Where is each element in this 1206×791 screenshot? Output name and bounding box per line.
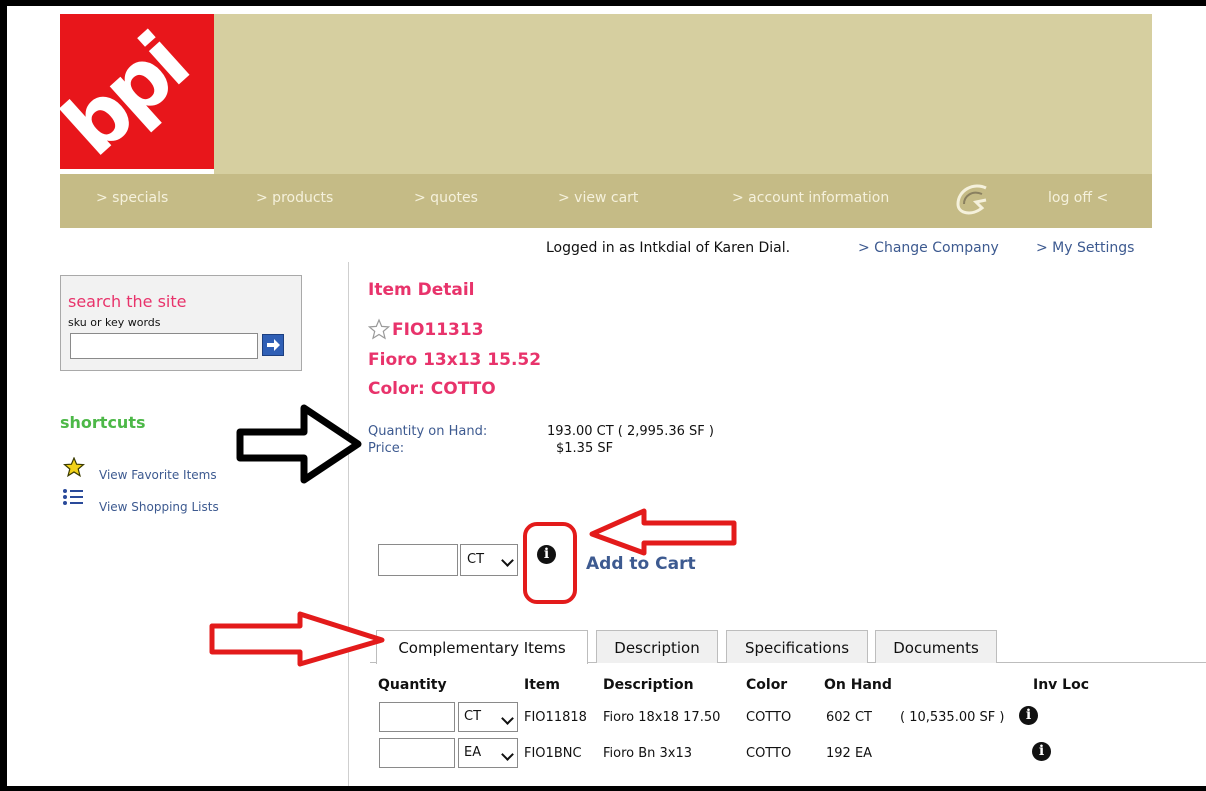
favorite-star-icon[interactable] <box>368 318 390 340</box>
price-value: $1.35 SF <box>556 441 614 456</box>
page-title: Item Detail <box>368 280 475 300</box>
nav-quotes[interactable]: > quotes <box>414 190 478 206</box>
quantity-on-hand-value: 193.00 CT ( 2,995.36 SF ) <box>547 424 714 439</box>
logo-text: bpi <box>60 18 204 169</box>
g-swirl-logo-icon <box>956 184 987 215</box>
nav-products[interactable]: > products <box>256 190 333 206</box>
item-name: Fioro 13x13 15.52 <box>368 350 542 370</box>
tab-complementary-items[interactable]: Complementary Items <box>376 630 588 664</box>
row-unit-select[interactable]: CT <box>458 702 518 732</box>
chevron-down-icon <box>501 554 514 567</box>
column-header-inv-loc: Inv Loc <box>1033 677 1090 693</box>
tab-description[interactable]: Description <box>596 630 718 663</box>
nav-account-information[interactable]: > account information <box>732 190 889 206</box>
arrow-right-icon <box>267 339 280 351</box>
red-arrow-annotation <box>209 611 385 667</box>
row-unit-value: EA <box>464 745 482 760</box>
nav-view-cart[interactable]: > view cart <box>558 190 638 206</box>
column-header-color: Color <box>746 677 788 693</box>
view-shopping-lists-link[interactable]: View Shopping Lists <box>99 500 219 514</box>
search-input[interactable] <box>70 333 258 359</box>
bpi-logo[interactable]: bpi <box>60 14 214 169</box>
row-unit-select[interactable]: EA <box>458 738 518 768</box>
search-title: search the site <box>68 292 187 311</box>
price-label: Price: <box>368 441 405 456</box>
tab-documents[interactable]: Documents <box>875 630 997 663</box>
item-sku: FIO11313 <box>392 320 484 340</box>
row-description: Fioro Bn 3x13 <box>603 746 693 761</box>
column-header-item: Item <box>524 677 560 693</box>
unit-select-value: CT <box>467 552 485 567</box>
frame-border-top <box>0 0 1206 6</box>
add-to-cart-button[interactable]: Add to Cart <box>586 554 696 574</box>
nav-specials[interactable]: > specials <box>96 190 168 206</box>
red-arrow-annotation <box>589 508 737 556</box>
column-divider <box>348 262 349 786</box>
item-color: Color: COTTO <box>368 379 496 399</box>
column-header-description: Description <box>603 677 694 693</box>
column-header-on-hand: On Hand <box>824 677 892 693</box>
row-on-hand-sf: ( 10,535.00 SF ) <box>900 710 1005 725</box>
row-unit-value: CT <box>464 709 482 724</box>
list-icon <box>63 489 83 505</box>
row-description: Fioro 18x18 17.50 <box>603 710 721 725</box>
logged-in-status: Logged in as Intkdial of Karen Dial. <box>546 240 791 256</box>
info-icon[interactable]: i <box>537 545 556 564</box>
row-item: FIO11818 <box>524 710 587 725</box>
inv-loc-info-icon[interactable]: i <box>1032 742 1051 761</box>
change-company-link[interactable]: > Change Company <box>858 240 999 256</box>
row-color: COTTO <box>746 710 792 725</box>
chevron-down-icon <box>501 748 514 761</box>
quantity-on-hand-label: Quantity on Hand: <box>368 424 488 439</box>
shortcuts-title: shortcuts <box>60 413 146 432</box>
black-arrow-annotation <box>236 404 362 484</box>
my-settings-link[interactable]: > My Settings <box>1036 240 1134 256</box>
search-subtitle: sku or key words <box>68 316 161 329</box>
star-icon <box>63 457 85 477</box>
tab-specifications[interactable]: Specifications <box>726 630 868 663</box>
unit-select[interactable]: CT <box>460 544 518 576</box>
search-submit-button[interactable] <box>262 334 284 356</box>
row-quantity-input[interactable] <box>379 702 455 732</box>
frame-border-left <box>0 0 7 791</box>
quantity-input[interactable] <box>378 544 458 576</box>
chevron-down-icon <box>501 712 514 725</box>
view-favorite-items-link[interactable]: View Favorite Items <box>99 468 217 482</box>
row-item: FIO1BNC <box>524 746 582 761</box>
row-quantity-input[interactable] <box>379 738 455 768</box>
nav-log-off[interactable]: log off < <box>1048 190 1108 206</box>
frame-border-bottom <box>0 786 1206 791</box>
row-on-hand: 192 EA <box>826 746 873 761</box>
inv-loc-info-icon[interactable]: i <box>1019 706 1038 725</box>
column-header-quantity: Quantity <box>378 677 447 693</box>
row-on-hand: 602 CT <box>826 710 872 725</box>
header-banner <box>214 14 1152 174</box>
row-color: COTTO <box>746 746 792 761</box>
